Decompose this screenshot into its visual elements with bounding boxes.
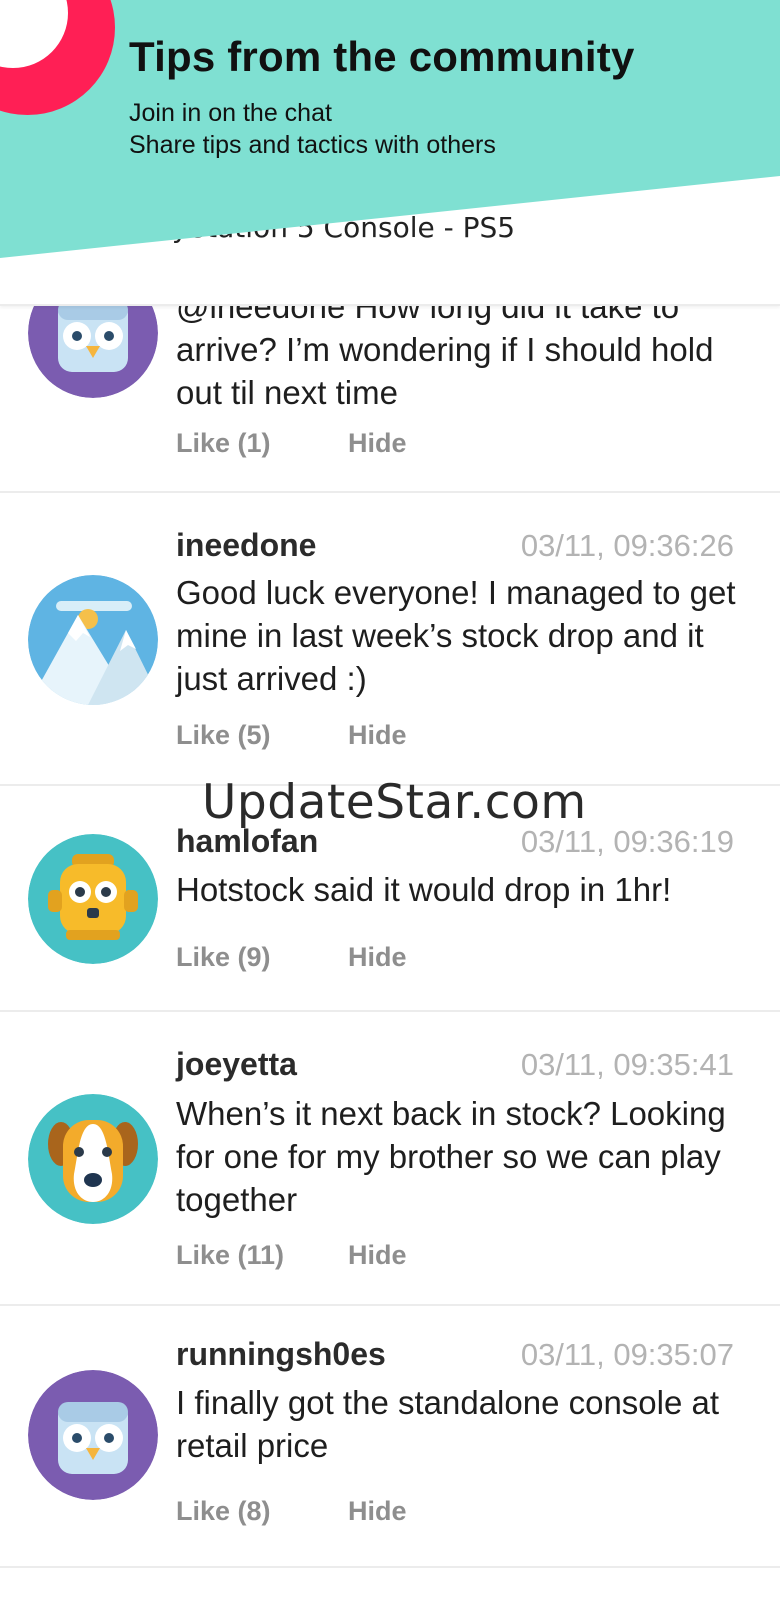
hide-button[interactable]: Hide (348, 1240, 407, 1271)
comment-timestamp: 03/11, 09:35:07 (520, 1337, 734, 1372)
banner-subtitle-line2: Share tips and tactics with others (129, 131, 496, 159)
like-button[interactable]: Like (8) (176, 1496, 271, 1527)
comment-username[interactable]: runningsh0es (176, 1336, 386, 1373)
hide-button[interactable]: Hide (348, 942, 407, 973)
watermark: UpdateStar.com (202, 775, 587, 830)
comment-item: ineedone 03/11, 09:36:26 Good luck every… (0, 493, 780, 786)
comment-text: Hotstock said it would drop in 1hr! (176, 871, 672, 908)
hide-button[interactable]: Hide (348, 1496, 407, 1527)
dog-avatar-icon[interactable] (28, 1094, 158, 1224)
comment-text: I finally got the standalone console at … (176, 1384, 720, 1464)
comment-text: Good luck everyone! I managed to get min… (176, 574, 736, 697)
community-tips-banner[interactable]: Tips from the community Join in on the c… (0, 0, 780, 300)
comment-item: joeyetta 03/11, 09:35:41 When’s it next … (0, 1012, 780, 1306)
comment-timestamp: 03/11, 09:35:41 (520, 1047, 734, 1082)
mountain-avatar-icon[interactable] (28, 575, 158, 705)
banner-subtitle-line1: Join in on the chat (129, 99, 332, 127)
banner-title: Tips from the community (129, 33, 635, 80)
hide-button[interactable]: Hide (348, 720, 407, 751)
comment-timestamp: 03/11, 09:36:26 (520, 528, 734, 563)
owl-avatar-icon[interactable] (28, 1370, 158, 1500)
robot-avatar-icon[interactable] (28, 834, 158, 964)
comment-item: runningsh0es 03/11, 09:35:07 I finally g… (0, 1306, 780, 1568)
comment-username[interactable]: ineedone (176, 527, 316, 564)
hide-button[interactable]: Hide (348, 428, 407, 459)
comment-username[interactable]: joeyetta (176, 1046, 297, 1083)
like-button[interactable]: Like (5) (176, 720, 271, 751)
like-button[interactable]: Like (11) (176, 1240, 284, 1271)
comment-text: When’s it next back in stock? Looking fo… (176, 1095, 726, 1218)
like-button[interactable]: Like (1) (176, 428, 271, 459)
like-button[interactable]: Like (9) (176, 942, 271, 973)
